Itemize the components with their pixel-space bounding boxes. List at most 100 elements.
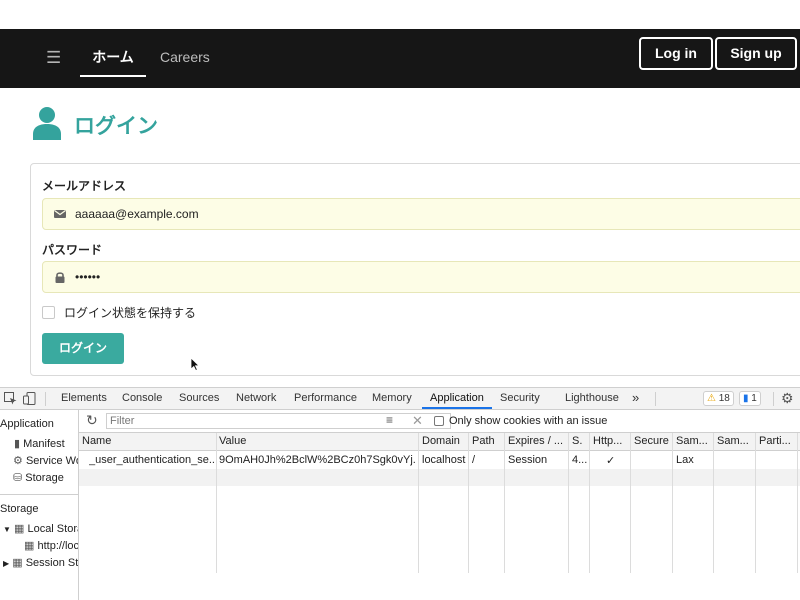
inspect-element-icon[interactable]: [4, 392, 17, 405]
cookie-value: 9OmAH0Jh%2BclW%2BCz0h7Sgk0vYj...: [219, 454, 415, 466]
password-field[interactable]: ••••••: [42, 261, 800, 293]
tab-console[interactable]: Console: [122, 388, 162, 409]
messages-count: 1: [751, 393, 757, 404]
nav-careers-link[interactable]: Careers: [160, 41, 210, 77]
lock-icon: [55, 272, 65, 283]
column-header-samesite[interactable]: Sam...: [676, 435, 712, 447]
navbar: ☰ ホーム Careers Log in Sign up: [0, 29, 800, 88]
cookie-filter-bar: ↻ Filter ≡ ✕ Only show cookies with an i…: [79, 410, 800, 433]
nav-home-link[interactable]: ホーム: [80, 41, 146, 77]
grid-icon: ▦: [13, 523, 25, 535]
tab-security[interactable]: Security: [500, 388, 540, 409]
column-header-httponly[interactable]: Http...: [593, 435, 629, 447]
cookie-size: 4...: [572, 454, 588, 466]
tab-sources[interactable]: Sources: [179, 388, 219, 409]
column-divider: [630, 433, 631, 573]
column-divider: [418, 433, 419, 573]
tab-application[interactable]: Application: [422, 388, 492, 409]
cookie-path: /: [472, 454, 476, 466]
email-label: メールアドレス: [42, 179, 127, 193]
sidebar-item-service-workers[interactable]: ⚙ Service Wo: [13, 454, 78, 467]
column-header-partition[interactable]: Parti...: [759, 435, 797, 447]
remember-me-checkbox[interactable]: [42, 306, 55, 319]
column-header-name[interactable]: Name: [82, 435, 212, 447]
login-form-card: メールアドレス aaaaaa@example.com パスワード •••••• …: [30, 163, 800, 376]
column-header-value[interactable]: Value: [219, 435, 414, 447]
sidebar-item-manifest[interactable]: ▮ Manifest: [14, 437, 65, 450]
toolbar-separator: [45, 392, 46, 406]
cookie-domain: localhost: [422, 454, 466, 466]
tab-network[interactable]: Network: [236, 388, 276, 409]
column-divider: [797, 433, 798, 573]
sidebar-header-application: Application: [0, 418, 54, 430]
table-row-empty: [79, 469, 800, 486]
password-label: パスワード: [42, 243, 103, 257]
application-sidebar: Application ▮ Manifest ⚙ Service Wo ⛁ St…: [0, 410, 79, 600]
sidebar-item-local-storage[interactable]: ▼ ▦ Local Stora: [3, 522, 78, 535]
cookie-samesite: Lax: [676, 454, 694, 466]
mouse-cursor-icon: [190, 357, 200, 371]
grid-icon: ▦: [12, 557, 23, 569]
login-button[interactable]: Log in: [639, 37, 713, 70]
gear-icon: ⚙: [13, 455, 23, 467]
column-divider: [672, 433, 673, 573]
cookie-httponly: ✓: [606, 455, 616, 467]
toolbar-separator: [773, 392, 774, 406]
more-tabs-chevron-icon[interactable]: »: [632, 388, 639, 409]
device-toolbar-icon[interactable]: [23, 392, 36, 405]
table-header: Name Value Domain Path Expires / ... S. …: [79, 433, 800, 451]
column-divider: [589, 433, 590, 573]
sidebar-item-storage[interactable]: ⛁ Storage: [13, 471, 64, 484]
column-divider: [713, 433, 714, 573]
column-divider: [755, 433, 756, 573]
cookie-expires: Session: [508, 454, 548, 466]
column-divider: [568, 433, 569, 573]
top-strip: [0, 0, 800, 29]
settings-gear-icon[interactable]: ⚙: [781, 388, 794, 409]
login-submit-button[interactable]: ログイン: [42, 333, 124, 364]
remember-me-label[interactable]: ログイン状態を保持する: [64, 304, 196, 321]
refresh-icon[interactable]: ↻: [86, 412, 98, 429]
warnings-count: 18: [718, 393, 730, 404]
column-divider: [468, 433, 469, 573]
signup-button[interactable]: Sign up: [715, 37, 797, 70]
user-icon: [33, 107, 61, 140]
toolbar-separator: [655, 392, 656, 406]
warning-icon: ⚠: [707, 393, 716, 404]
column-header-sameparty[interactable]: Sam...: [717, 435, 753, 447]
tab-lighthouse[interactable]: Lighthouse: [565, 388, 619, 409]
document-icon: ▮: [14, 438, 21, 450]
filter-input[interactable]: Filter: [106, 413, 451, 429]
column-divider: [504, 433, 505, 573]
column-header-domain[interactable]: Domain: [422, 435, 468, 447]
database-icon: ⛁: [13, 472, 23, 484]
delete-icon[interactable]: ✕: [412, 413, 423, 429]
only-issues-label[interactable]: Only show cookies with an issue: [449, 415, 607, 427]
tab-elements[interactable]: Elements: [61, 388, 107, 409]
collapse-arrow-icon: ▶: [3, 559, 10, 568]
sidebar-item-session-storage[interactable]: ▶ ▦ Session St: [3, 556, 78, 569]
clear-filtered-icon[interactable]: ≡: [386, 413, 393, 427]
cookie-table: Name Value Domain Path Expires / ... S. …: [79, 433, 800, 600]
column-header-path[interactable]: Path: [472, 435, 502, 447]
sidebar-item-localhost[interactable]: ▦ http://loc: [24, 539, 78, 552]
hamburger-icon[interactable]: ☰: [46, 48, 61, 68]
table-row[interactable]: _user_authentication_se... 9OmAH0Jh%2Bcl…: [79, 451, 800, 469]
sidebar-divider: [0, 494, 78, 495]
email-field[interactable]: aaaaaa@example.com: [42, 198, 800, 230]
column-header-secure[interactable]: Secure: [634, 435, 672, 447]
password-value: ••••••: [75, 270, 101, 284]
warnings-badge[interactable]: ⚠ 18: [703, 391, 734, 406]
message-icon: ▮: [743, 393, 749, 404]
tab-performance[interactable]: Performance: [294, 388, 357, 409]
tab-memory[interactable]: Memory: [372, 388, 412, 409]
page-title: ログイン: [74, 115, 158, 138]
messages-badge[interactable]: ▮ 1: [739, 391, 761, 406]
email-value: aaaaaa@example.com: [75, 207, 199, 221]
column-header-size[interactable]: S.: [572, 435, 588, 447]
column-header-expires[interactable]: Expires / ...: [508, 435, 568, 447]
grid-icon: ▦: [24, 540, 35, 552]
sidebar-header-storage: Storage: [0, 503, 39, 515]
column-divider: [216, 433, 217, 573]
only-issues-checkbox[interactable]: [434, 416, 444, 426]
